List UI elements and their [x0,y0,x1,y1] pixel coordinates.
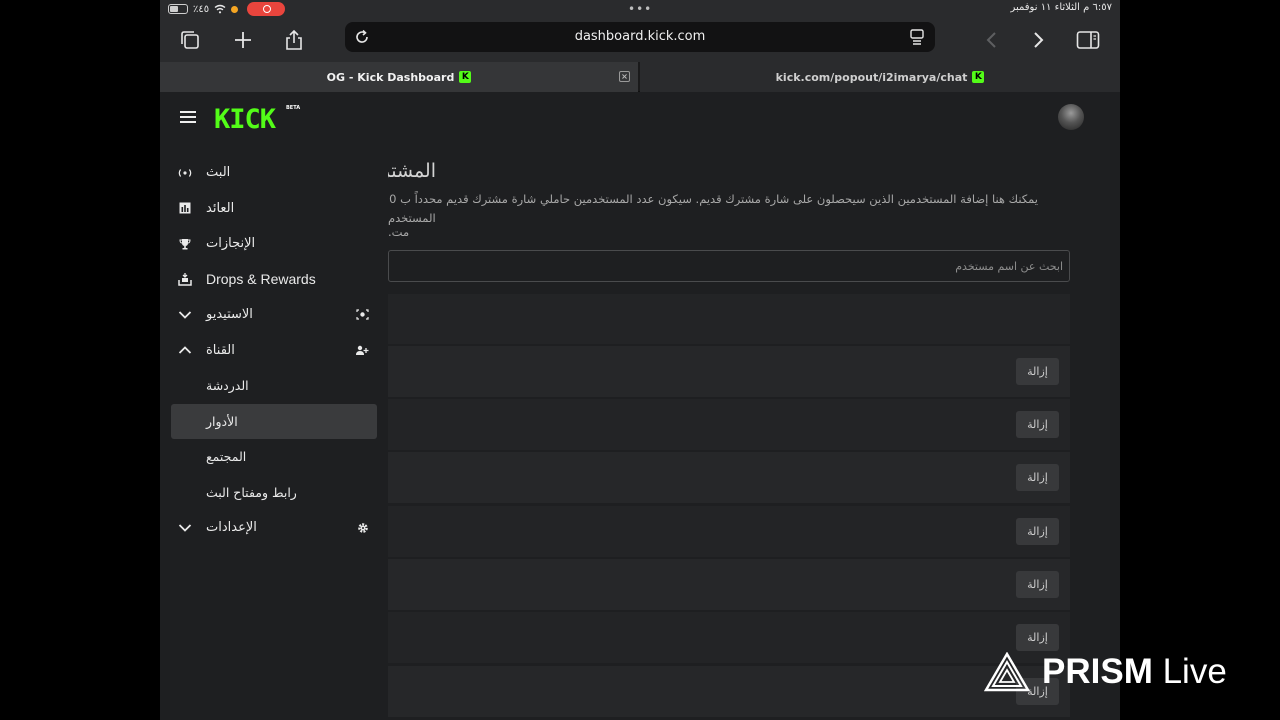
browser-tabs: OG - Kick Dashboard K × kick.com/popout/… [160,62,1120,92]
sidebar-toggle-icon[interactable] [1074,26,1102,54]
watermark-text: PRISM Live [1042,652,1227,692]
remove-button[interactable]: إزالة [1016,518,1059,545]
table-row: إزالة [388,346,1070,397]
broadcast-icon [178,166,192,180]
sidebar-item-drops-rewards[interactable]: Drops & Rewards [160,262,388,298]
tab-title: kick.com/popout/i2imarya/chat [775,70,968,84]
screen-recording-indicator[interactable] [247,2,286,16]
address-bar[interactable]: dashboard.kick.com [345,22,935,52]
username-search-box[interactable] [388,250,1070,282]
user-avatar[interactable] [1058,104,1084,130]
tabs-overview-icon[interactable] [176,26,204,54]
app-header: KICK BETA [160,92,1120,144]
sidebar-item-label: الإعدادات [206,520,257,536]
prism-live-watermark: PRISM Live [984,652,1227,692]
sidebar-item-stream[interactable]: البث [160,155,388,191]
share-icon[interactable] [280,26,308,54]
mic-indicator-dot [231,5,239,13]
table-header [388,294,1070,344]
multitasking-dots-icon[interactable]: ••• [628,2,652,16]
table-row: إزالة [388,666,1070,717]
remove-button[interactable]: إزالة [1016,464,1059,491]
status-bar: ٪٤٥ ••• ٦:٥٧ م الثلاثاء ١١ نوفمبر [160,0,1120,18]
remove-button[interactable]: إزالة [1016,358,1059,385]
tab-kick-dashboard[interactable]: OG - Kick Dashboard K × [160,62,638,92]
status-datetime: ٦:٥٧ م الثلاثاء ١١ نوفمبر [1010,2,1112,13]
remove-button[interactable]: إزالة [1016,411,1059,438]
back-chevron-icon[interactable] [978,26,1006,54]
table-row: إزالة [388,559,1070,610]
sidebar-item-label: العائد [206,200,235,216]
remove-button[interactable]: إزالة [1016,571,1059,598]
sidebar-subitem-chat[interactable]: الدردشة [160,368,388,404]
table-row: إزالة [388,452,1070,503]
username-search-input[interactable] [393,257,1063,275]
sidebar-item-label: القناة [206,342,235,358]
main-content: المشتر يمكنك هنا إضافة المستخدمين الذين … [388,144,1120,720]
tab-kick-chat-popout[interactable]: kick.com/popout/i2imarya/chat K [640,62,1120,92]
sidebar-item-label: الإنجازات [206,236,256,252]
page-description-continued: المستخدم مت. [388,211,436,239]
forward-chevron-icon[interactable] [1024,26,1052,54]
tab-title: OG - Kick Dashboard [326,70,455,84]
sidebar-item-channel[interactable]: القناة [160,333,388,369]
beta-badge: BETA [286,105,301,111]
drops-gift-icon [178,272,192,286]
sidebar-item-label: المجتمع [206,449,247,465]
table-row: إزالة [388,612,1070,663]
kick-favicon-icon: K [972,71,985,83]
sidebar-item-settings[interactable]: الإعدادات [160,510,388,546]
page-menu-icon[interactable] [909,28,925,46]
sidebar-item-achievements[interactable]: الإنجازات [160,226,388,262]
close-tab-icon[interactable]: × [619,71,630,82]
dashboard-sidebar: البث العائد الإنجازات Drops & Rewards ال… [160,155,388,546]
sidebar-item-label: الدردشة [206,378,249,394]
remove-button[interactable]: إزالة [1016,624,1059,651]
sidebar-item-studio[interactable]: الاستيديو [160,297,388,333]
sidebar-item-label: الاستيديو [206,307,253,323]
chevron-down-icon[interactable] [178,521,192,535]
ipad-screen: ٪٤٥ ••• ٦:٥٧ م الثلاثاء ١١ نوفمبر dashbo… [160,0,1120,720]
battery-icon [168,4,188,14]
revenue-chart-icon [178,201,192,215]
kick-favicon-icon: K [459,71,472,83]
kick-logo[interactable]: KICK [214,104,276,135]
table-row: إزالة [388,399,1070,450]
watermark-brand: PRISM [1042,652,1153,691]
sidebar-item-label: رابط ومفتاح البث [206,484,297,500]
prism-logo-icon [984,652,1030,692]
sidebar-subitem-roles[interactable]: الأدوار [171,403,377,439]
chevron-up-icon[interactable] [178,343,192,357]
sidebar-item-label: البث [206,165,231,181]
sidebar-item-label: Drops & Rewards [206,271,316,288]
page-description: يمكنك هنا إضافة المستخدمين الذين سيحصلون… [389,192,1038,206]
page-title: المشتر [388,160,436,182]
sidebar-item-label: الأدوار [206,413,238,429]
wifi-icon [214,4,226,14]
status-left: ٪٤٥ [168,2,286,16]
hamburger-menu-icon[interactable] [180,111,196,123]
new-tab-plus-icon[interactable] [229,26,257,54]
sidebar-item-revenue[interactable]: العائد [160,191,388,227]
studio-camera-icon [356,308,369,321]
table-row: إزالة [388,506,1070,557]
trophy-icon [178,237,192,251]
chevron-down-icon[interactable] [178,308,192,322]
battery-percent: ٪٤٥ [193,3,210,15]
watermark-suffix: Live [1162,652,1227,691]
url-text[interactable]: dashboard.kick.com [345,29,935,44]
browser-toolbar: dashboard.kick.com [160,18,1120,62]
sidebar-subitem-stream-key[interactable]: رابط ومفتاح البث [160,475,388,511]
sidebar-subitem-community[interactable]: المجتمع [160,439,388,475]
channel-users-icon [356,344,369,357]
settings-gear-icon [356,521,369,534]
